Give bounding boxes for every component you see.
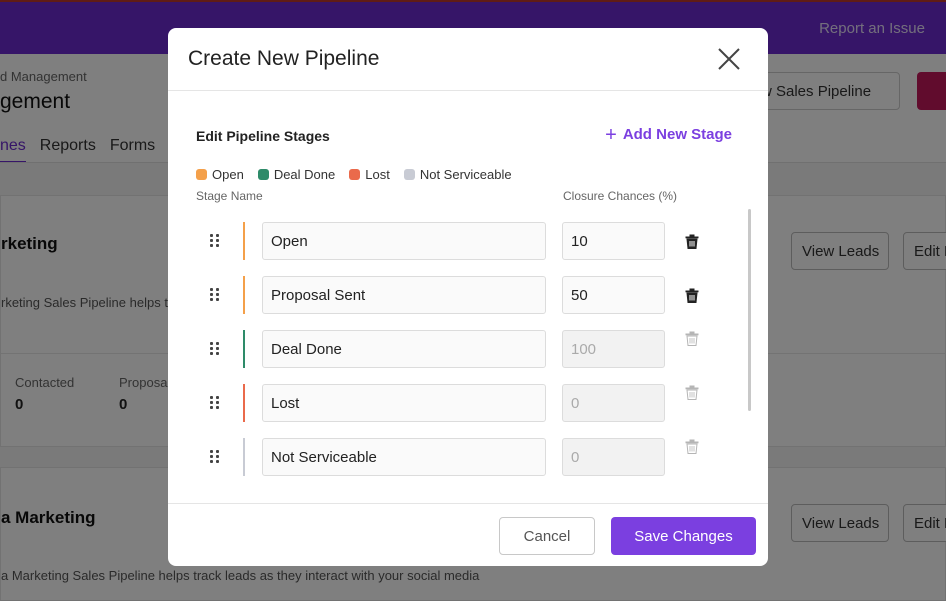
legend-item: Lost: [349, 167, 390, 182]
save-changes-button[interactable]: Save Changes: [611, 517, 756, 555]
legend-item: Deal Done: [257, 167, 336, 182]
legend-swatch: [403, 169, 415, 180]
stage-row: [168, 214, 768, 268]
closure-chance-input: [562, 330, 665, 368]
close-icon[interactable]: [716, 46, 742, 72]
cancel-button[interactable]: Cancel: [499, 517, 595, 555]
closure-chance-input: [562, 438, 665, 476]
drag-handle-icon[interactable]: [210, 450, 222, 464]
legend-item: Not Serviceable: [403, 167, 512, 182]
stage-row: [168, 430, 768, 484]
stage-row: [168, 268, 768, 322]
stage-name-input[interactable]: [262, 222, 546, 260]
legend-swatch: [196, 169, 207, 180]
modal-footer: Cancel Save Changes: [168, 503, 768, 566]
modal-header: Create New Pipeline: [168, 28, 768, 91]
legend-label: Deal Done: [273, 167, 336, 182]
scrollbar[interactable]: [748, 209, 751, 411]
trash-icon: [685, 331, 699, 346]
stage-row: [168, 322, 768, 376]
add-stage-label: Add New Stage: [622, 126, 732, 143]
legend-item: Open: [196, 167, 244, 182]
add-new-stage-button[interactable]: + Add New Stage: [605, 123, 732, 146]
stage-row: [168, 376, 768, 430]
drag-handle-icon[interactable]: [210, 234, 222, 248]
column-header-closure: Closure Chances (%): [563, 189, 678, 203]
legend-swatch: [257, 169, 269, 180]
stage-color-bar: [243, 438, 245, 476]
stage-name-input[interactable]: [262, 438, 546, 476]
legend-label: Lost: [365, 167, 390, 182]
legend-label: Not Serviceable: [419, 167, 512, 182]
trash-icon: [685, 385, 699, 400]
drag-handle-icon[interactable]: [210, 396, 222, 410]
stage-color-bar: [243, 276, 245, 314]
stage-name-input[interactable]: [262, 276, 546, 314]
stage-color-bar: [243, 222, 245, 260]
plus-icon: +: [605, 123, 617, 146]
trash-icon[interactable]: [685, 288, 699, 303]
drag-handle-icon[interactable]: [210, 288, 222, 302]
legend-swatch: [349, 169, 361, 180]
legend-label: Open: [212, 167, 244, 182]
create-pipeline-modal: Create New Pipeline Edit Pipeline Stages…: [168, 28, 768, 566]
trash-icon: [685, 439, 699, 454]
stage-name-input[interactable]: [262, 330, 546, 368]
modal-title: Create New Pipeline: [188, 47, 380, 70]
column-header-stage-name: Stage Name: [196, 189, 263, 203]
closure-chance-input[interactable]: [562, 276, 665, 314]
section-title: Edit Pipeline Stages: [196, 128, 330, 144]
closure-chance-input: [562, 384, 665, 422]
stage-legend: Open Deal Done Lost Not Serviceable: [196, 167, 512, 182]
stage-name-input[interactable]: [262, 384, 546, 422]
drag-handle-icon[interactable]: [210, 342, 222, 356]
stage-color-bar: [243, 384, 245, 422]
trash-icon[interactable]: [685, 234, 699, 249]
closure-chance-input[interactable]: [562, 222, 665, 260]
stage-color-bar: [243, 330, 245, 368]
